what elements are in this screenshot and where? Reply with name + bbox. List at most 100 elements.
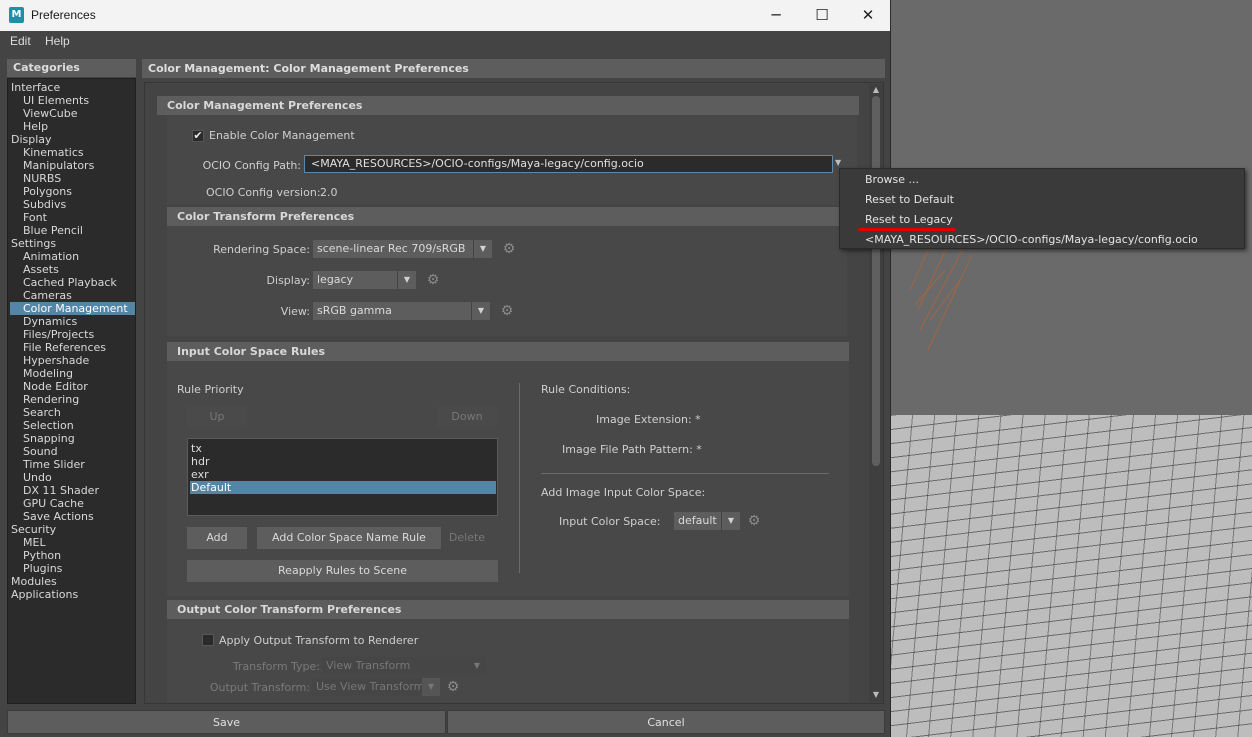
list-item[interactable]: tx (190, 442, 496, 455)
menu-item-reset-default[interactable]: Reset to Default (865, 193, 954, 206)
ocio-path-label: OCIO Config Path: (202, 159, 301, 172)
save-button[interactable]: Save (7, 710, 446, 734)
close-icon[interactable]: ✕ (845, 0, 891, 31)
sidebar-item-file-references[interactable]: File References (10, 341, 135, 354)
ocio-path-field[interactable]: <MAYA_RESOURCES>/OCIO-configs/Maya-legac… (304, 155, 833, 173)
sidebar-item-dynamics[interactable]: Dynamics (10, 315, 135, 328)
menu-item-legacy-path[interactable]: <MAYA_RESOURCES>/OCIO-configs/Maya-legac… (865, 233, 1198, 246)
vertical-divider (519, 383, 520, 573)
sidebar-item-time-slider[interactable]: Time Slider (10, 458, 135, 471)
sidebar-item-rendering[interactable]: Rendering (10, 393, 135, 406)
ocio-path-menu-arrow-icon[interactable]: ▼ (835, 158, 841, 167)
rules-list[interactable]: tx hdr exr Default (187, 438, 498, 516)
apply-output-checkbox[interactable] (202, 634, 214, 646)
transform-type-select[interactable]: View Transform ▼ (322, 657, 486, 675)
sidebar-item-hypershade[interactable]: Hypershade (10, 354, 135, 367)
viewport-grid (890, 415, 1252, 737)
sidebar-item-color-management[interactable]: Color Management (10, 302, 135, 315)
sidebar-item-font[interactable]: Font (10, 211, 135, 224)
section-output-prefs[interactable]: Output Color Transform Preferences (167, 600, 849, 619)
menu-item-browse[interactable]: Browse ... (865, 173, 919, 186)
input-cs-select[interactable]: default ▼ (674, 512, 740, 530)
sidebar-item-mel[interactable]: MEL (10, 536, 135, 549)
sidebar-item-gpu-cache[interactable]: GPU Cache (10, 497, 135, 510)
sidebar-item-polygons[interactable]: Polygons (10, 185, 135, 198)
sidebar-item-animation[interactable]: Animation (10, 250, 135, 263)
sidebar-item-blue-pencil[interactable]: Blue Pencil (10, 224, 135, 237)
sidebar-item-sound[interactable]: Sound (10, 445, 135, 458)
sidebar-item-modules[interactable]: Modules (10, 575, 135, 588)
menu-help[interactable]: Help (45, 34, 70, 48)
down-button[interactable]: Down (437, 406, 497, 428)
sidebar-item-undo[interactable]: Undo (10, 471, 135, 484)
scroll-up-icon[interactable]: ▲ (870, 85, 882, 95)
output-transform-gear-icon[interactable]: ⚙ (445, 679, 461, 695)
sidebar-item-nurbs[interactable]: NURBS (10, 172, 135, 185)
minimize-icon[interactable]: ─ (753, 0, 799, 31)
scrollbar-thumb[interactable] (872, 96, 880, 466)
sidebar-item-ui-elements[interactable]: UI Elements (10, 94, 135, 107)
list-item-selected[interactable]: Default (190, 481, 496, 494)
display-select[interactable]: legacy ▼ (313, 271, 416, 289)
add-input-cs-label: Add Image Input Color Space: (541, 486, 706, 499)
add-name-rule-button[interactable]: Add Color Space Name Rule (257, 527, 441, 549)
sidebar-item-search[interactable]: Search (10, 406, 135, 419)
list-item[interactable]: exr (190, 468, 496, 481)
sidebar-item-assets[interactable]: Assets (10, 263, 135, 276)
categories-list[interactable]: Interface UI Elements ViewCube Help Display K… (7, 78, 136, 704)
cancel-button[interactable]: Cancel (447, 710, 885, 734)
display-value: legacy (317, 273, 354, 286)
delete-rule-button[interactable]: Delete (440, 527, 494, 549)
ocio-path-popup-menu: Browse ... Reset to Default Reset to Leg… (839, 168, 1245, 249)
sidebar-item-kinematics[interactable]: Kinematics (10, 146, 135, 159)
sidebar-item-viewcube[interactable]: ViewCube (10, 107, 135, 120)
sidebar-item-help[interactable]: Help (10, 120, 135, 133)
input-cs-gear-icon[interactable]: ⚙ (746, 513, 762, 529)
sidebar-item-display[interactable]: Display (10, 133, 135, 146)
sidebar-item-modeling[interactable]: Modeling (10, 367, 135, 380)
sidebar-item-dx-11-shader[interactable]: DX 11 Shader (10, 484, 135, 497)
sidebar-item-subdivs[interactable]: Subdivs (10, 198, 135, 211)
sidebar-item-snapping[interactable]: Snapping (10, 432, 135, 445)
chevron-down-icon: ▼ (397, 271, 416, 289)
sidebar-item-security[interactable]: Security (10, 523, 135, 536)
output-transform-select[interactable]: Use View Transform ▼ (312, 678, 440, 696)
sidebar-item-manipulators[interactable]: Manipulators (10, 159, 135, 172)
maximize-icon[interactable]: ☐ (799, 0, 845, 31)
sidebar-item-files-projects[interactable]: Files/Projects (10, 328, 135, 341)
menu-item-reset-legacy[interactable]: Reset to Legacy (865, 213, 953, 226)
rendering-space-gear-icon[interactable]: ⚙ (501, 241, 517, 257)
sidebar-item-save-actions[interactable]: Save Actions (10, 510, 135, 523)
sidebar-item-settings[interactable]: Settings (10, 237, 135, 250)
rendering-space-select[interactable]: scene-linear Rec 709/sRGB ▼ (313, 240, 492, 258)
rule-priority-label: Rule Priority (177, 383, 244, 396)
section-input-rules[interactable]: Input Color Space Rules (167, 342, 849, 361)
menu-edit[interactable]: Edit (10, 34, 31, 48)
sidebar-item-plugins[interactable]: Plugins (10, 562, 135, 575)
title-bar[interactable]: M Preferences ─ ☐ ✕ (0, 0, 890, 31)
view-value: sRGB gamma (317, 304, 392, 317)
sidebar-item-cameras[interactable]: Cameras (10, 289, 135, 302)
maya-app-icon: M (9, 7, 24, 23)
section-transform-prefs[interactable]: Color Transform Preferences (167, 207, 847, 226)
sidebar-item-applications[interactable]: Applications (10, 588, 135, 601)
reapply-rules-button[interactable]: Reapply Rules to Scene (187, 560, 498, 582)
scroll-down-icon[interactable]: ▼ (870, 690, 882, 700)
sidebar-item-interface[interactable]: Interface (10, 81, 135, 94)
list-item[interactable]: hdr (190, 455, 496, 468)
view-gear-icon[interactable]: ⚙ (499, 303, 515, 319)
section-cm-prefs[interactable]: Color Management Preferences (157, 96, 859, 115)
sidebar-item-selection[interactable]: Selection (10, 419, 135, 432)
chevron-down-icon: ▼ (471, 302, 490, 320)
sidebar-item-python[interactable]: Python (10, 549, 135, 562)
sidebar-item-node-editor[interactable]: Node Editor (10, 380, 135, 393)
view-select[interactable]: sRGB gamma ▼ (313, 302, 490, 320)
input-cs-value: default (678, 514, 717, 527)
add-rule-button[interactable]: Add (187, 527, 247, 549)
enable-cm-checkbox[interactable]: ✔ (192, 130, 204, 142)
chevron-down-icon: ▼ (422, 678, 440, 696)
sidebar-item-cached-playback[interactable]: Cached Playback (10, 276, 135, 289)
display-gear-icon[interactable]: ⚙ (425, 272, 441, 288)
up-button[interactable]: Up (187, 406, 247, 428)
image-extension-label: Image Extension: * (596, 413, 701, 426)
